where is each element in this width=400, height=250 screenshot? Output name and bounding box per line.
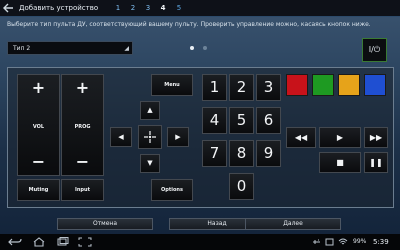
vol-label: VOL: [32, 124, 45, 130]
dpad-center-button[interactable]: [138, 125, 162, 149]
dpad-up-button[interactable]: ▲: [140, 101, 160, 120]
muting-button[interactable]: Muting: [17, 179, 60, 201]
cancel-button[interactable]: Отмена: [57, 218, 153, 230]
step-5: 5: [176, 4, 182, 12]
dpad-down-button[interactable]: ▼: [140, 154, 160, 173]
digit-2-button[interactable]: 2: [229, 74, 254, 101]
crosshair-icon: [144, 131, 156, 143]
dpad-left-button[interactable]: ◀: [110, 127, 132, 147]
triangle-down-icon: ◢: [124, 45, 129, 52]
dpad-right-button[interactable]: ▶: [167, 127, 189, 147]
recent-apps-icon[interactable]: [56, 237, 70, 250]
page-title: Добавить устройство: [19, 4, 99, 12]
digit-4-button[interactable]: 4: [202, 107, 227, 134]
options-button[interactable]: Options: [151, 179, 193, 201]
stop-button[interactable]: ■: [319, 152, 361, 173]
prog-down-button[interactable]: −: [62, 154, 103, 170]
vol-up-button[interactable]: +: [18, 80, 59, 96]
remote-type-select[interactable]: Тип 2 ◢: [7, 41, 133, 55]
vol-down-button[interactable]: −: [18, 154, 59, 170]
digit-0-button[interactable]: 0: [229, 173, 254, 200]
red-button[interactable]: [286, 74, 308, 96]
back-nav-icon[interactable]: [8, 237, 22, 250]
usb-icon: [312, 238, 321, 249]
blue-button[interactable]: [364, 74, 386, 96]
clock: 5:39: [373, 238, 389, 246]
digit-8-button[interactable]: 8: [229, 140, 254, 167]
menu-button[interactable]: Menu: [151, 74, 193, 96]
page-indicator-dot-active: [190, 46, 194, 50]
digit-5-button[interactable]: 5: [229, 107, 254, 134]
battery-level: 99%: [353, 238, 367, 245]
rewind-button[interactable]: ◀◀: [286, 127, 316, 148]
step-3: 3: [145, 4, 151, 12]
remote-type-value: Тип 2: [13, 45, 31, 52]
power-icon: I/⏻: [368, 45, 381, 54]
prog-rocker[interactable]: + PROG −: [61, 74, 104, 176]
wifi-icon: [338, 238, 348, 249]
step-1: 1: [115, 4, 121, 12]
input-button[interactable]: Input: [61, 179, 104, 201]
vol-rocker[interactable]: + VOL −: [17, 74, 60, 176]
prog-up-button[interactable]: +: [62, 80, 103, 96]
next-button[interactable]: Далее: [245, 218, 341, 230]
prog-label: PROG: [74, 124, 91, 130]
step-4-current: 4: [160, 4, 166, 12]
instruction-text: Выберите тип пульта ДУ, соответствующий …: [7, 21, 371, 28]
play-button[interactable]: ▶: [319, 127, 361, 148]
digit-3-button[interactable]: 3: [256, 74, 281, 101]
screenshot-icon[interactable]: [78, 237, 92, 250]
digit-9-button[interactable]: 9: [256, 140, 281, 167]
pause-button[interactable]: ❚❚: [364, 152, 388, 173]
yellow-button[interactable]: [338, 74, 360, 96]
power-button[interactable]: I/⏻: [362, 38, 387, 62]
green-button[interactable]: [312, 74, 334, 96]
fast-forward-button[interactable]: ▶▶: [364, 127, 388, 148]
notification-icon: [325, 238, 334, 249]
home-nav-icon[interactable]: [32, 237, 46, 250]
digit-1-button[interactable]: 1: [202, 74, 227, 101]
digit-7-button[interactable]: 7: [202, 140, 227, 167]
back-arrow-icon[interactable]: [3, 3, 14, 13]
page-indicator-dot: [203, 46, 207, 50]
step-2: 2: [130, 4, 136, 12]
digit-6-button[interactable]: 6: [256, 107, 281, 134]
